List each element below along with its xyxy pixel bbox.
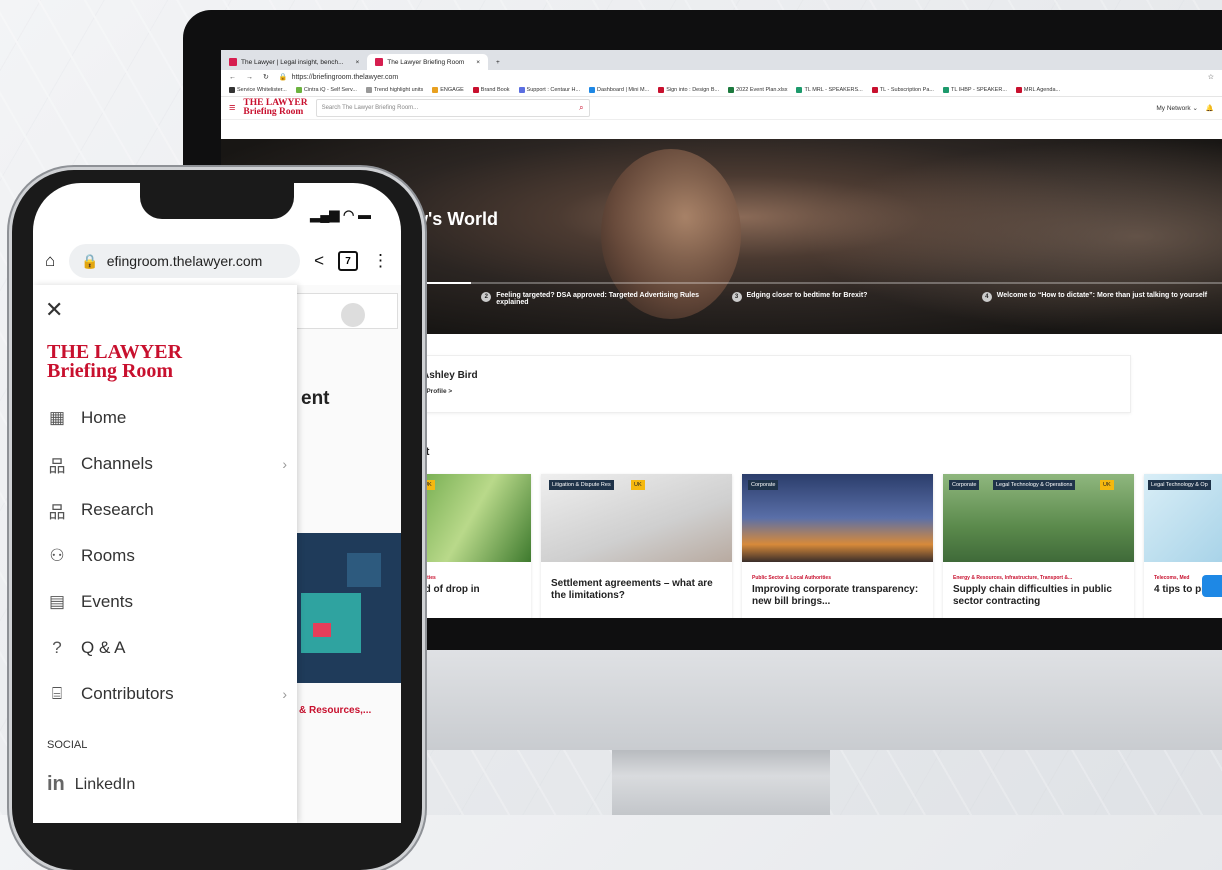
- bookmark-item[interactable]: Cintra iQ - Self Serv...: [295, 87, 357, 93]
- menu-item-events[interactable]: ▤ Events: [47, 579, 287, 625]
- mobile-address-bar: ⌂ 🔒 efingroom.thelawyer.com < 7 ⋮: [33, 237, 401, 285]
- share-icon[interactable]: <: [314, 251, 324, 271]
- bookmark-item[interactable]: MRL Agenda...: [1015, 87, 1060, 93]
- linkedin-link[interactable]: in LinkedIn: [47, 773, 135, 796]
- address-field[interactable]: 🔒 https://briefingroom.thelawyer.com: [278, 73, 1198, 82]
- browser-tab-active[interactable]: The Lawyer Briefing Room ×: [367, 54, 489, 70]
- site-logo[interactable]: THE LAWYER Briefing Room: [243, 98, 307, 117]
- address-bar-row: ← → ↻ 🔒 https://briefingroom.thelawyer.co…: [221, 70, 1222, 84]
- my-network-menu[interactable]: My Network ⌄: [1156, 104, 1198, 112]
- hierarchy-icon: 品: [48, 502, 66, 522]
- tab-count-button[interactable]: 7: [338, 251, 358, 271]
- bookmark-item[interactable]: Trend highlight units: [365, 87, 423, 93]
- profile-link[interactable]: r Profile >: [422, 388, 452, 395]
- bookmarks-bar: Service Whitelister... Cintra iQ - Self …: [221, 84, 1222, 97]
- site-header: ≡ THE LAWYER Briefing Room Search The Law…: [221, 97, 1222, 120]
- phone-screen: ▂▄▆ ◠ ▬ ⌂ 🔒 efingroom.thelawyer.com < 7 ⋮…: [33, 183, 401, 823]
- hero-tab[interactable]: 2 Feeling targeted? DSA approved: Targete…: [471, 282, 722, 334]
- reload-icon[interactable]: ↻: [263, 73, 269, 81]
- bookmark-item[interactable]: Service Whitelister...: [229, 87, 287, 93]
- bookmark-item[interactable]: TL - Subscription Pa...: [871, 87, 934, 93]
- menu-item-qa[interactable]: ? Q & A: [47, 625, 287, 671]
- avatar[interactable]: [341, 303, 365, 327]
- favicon-icon: [229, 58, 237, 66]
- hierarchy-icon: 品: [48, 456, 66, 476]
- menu-item-research[interactable]: 品 Research: [47, 487, 287, 533]
- content-cards: UK uthorities end of drop in Litigation …: [411, 474, 1222, 618]
- content-card[interactable]: Corporate Legal Technology & Operations UK…: [943, 474, 1134, 618]
- browser-tab[interactable]: The Lawyer | Legal insight, bench... ×: [221, 54, 367, 70]
- bookmark-item[interactable]: TL IHBP - SPEAKER...: [942, 87, 1007, 93]
- close-tab-icon[interactable]: ×: [476, 59, 480, 66]
- page-behind-drawer: ent & Resources,...: [297, 285, 401, 823]
- bookmark-item[interactable]: TL MRL - SPEAKERS...: [796, 87, 863, 93]
- monitor-stand: [612, 750, 830, 815]
- linkedin-icon: in: [47, 773, 65, 795]
- menu-item-channels[interactable]: 品 Channels ›: [47, 441, 288, 487]
- content-card[interactable]: UK uthorities end of drop in: [411, 474, 531, 618]
- nav-drawer: ✕ THE LAWYER Briefing Room ▦ Home 品 Channel…: [33, 285, 297, 823]
- profile-name: Ashley Bird: [422, 370, 478, 381]
- question-bubble-icon: ?: [52, 638, 62, 657]
- people-icon: ⚇: [49, 546, 65, 565]
- calendar-icon: ▤: [48, 592, 66, 611]
- menu-item-rooms[interactable]: ⚇ Rooms: [47, 533, 287, 579]
- chevron-right-icon: ›: [282, 456, 287, 472]
- favorites-icon[interactable]: ☆: [1208, 73, 1214, 81]
- briefcase-icon: ⌸: [51, 684, 63, 703]
- search-icon[interactable]: ⌕: [579, 103, 583, 113]
- mobile-url-field[interactable]: 🔒 efingroom.thelawyer.com: [69, 244, 301, 278]
- browser-tab-bar: The Lawyer | Legal insight, bench... × Th…: [221, 50, 1222, 70]
- back-icon[interactable]: ←: [229, 74, 236, 81]
- content-card[interactable]: Corporate Public Sector & Local Authorit…: [742, 474, 933, 618]
- hero-tab[interactable]: 4 Welcome to “How to dictate”: More than …: [971, 282, 1222, 334]
- bookmark-item[interactable]: Dashboard | Mini M...: [589, 87, 649, 93]
- hero-title: w's World: [414, 209, 498, 229]
- bookmark-item[interactable]: Support : Centaur H...: [518, 87, 580, 93]
- drawer-menu: ▦ Home 品 Channels › 品 Research ⚇ Rooms ▤ Event…: [47, 395, 288, 717]
- more-options-icon[interactable]: ⋮: [372, 251, 389, 271]
- drawer-logo[interactable]: THE LAWYER Briefing Room: [47, 342, 182, 381]
- chat-button[interactable]: [1202, 575, 1222, 597]
- chevron-right-icon: ›: [282, 686, 287, 702]
- close-icon[interactable]: ✕: [45, 297, 63, 323]
- hero-tab[interactable]: 3 Edging closer to bedtime for Brexit?: [721, 282, 972, 334]
- home-icon[interactable]: ⌂: [45, 251, 55, 271]
- profile-card: Ashley Bird r Profile >: [411, 355, 1131, 413]
- bookmark-item[interactable]: Brand Book: [472, 87, 510, 93]
- hamburger-menu-icon[interactable]: ≡: [229, 102, 235, 114]
- close-tab-icon[interactable]: ×: [356, 59, 360, 66]
- lock-icon: 🔒: [81, 252, 99, 269]
- menu-item-contributors[interactable]: ⌸ Contributors ›: [47, 671, 287, 717]
- new-tab-button[interactable]: +: [488, 54, 508, 70]
- bell-icon[interactable]: 🔔: [1206, 104, 1214, 112]
- status-bar-icons: ▂▄▆ ◠ ▬: [310, 207, 371, 222]
- menu-item-home[interactable]: ▦ Home: [47, 395, 287, 441]
- forward-icon[interactable]: →: [246, 74, 253, 81]
- phone-notch: [140, 183, 294, 219]
- bookmark-item[interactable]: Sign into : Design B...: [658, 87, 719, 93]
- calendar-grid-icon: ▦: [48, 408, 66, 427]
- lock-icon: 🔒: [278, 74, 288, 81]
- site-search-input[interactable]: Search The Lawyer Briefing Room... ⌕: [315, 99, 590, 117]
- social-label: SOCIAL: [47, 739, 88, 751]
- favicon-icon: [375, 58, 384, 66]
- content-card[interactable]: Litigation & Dispute Res UK Settlement ag…: [541, 474, 732, 618]
- bookmark-item[interactable]: 2022 Event Plan.xlsx: [728, 87, 787, 93]
- illustration: [297, 533, 401, 683]
- bookmark-item[interactable]: ENGAGE: [432, 87, 464, 93]
